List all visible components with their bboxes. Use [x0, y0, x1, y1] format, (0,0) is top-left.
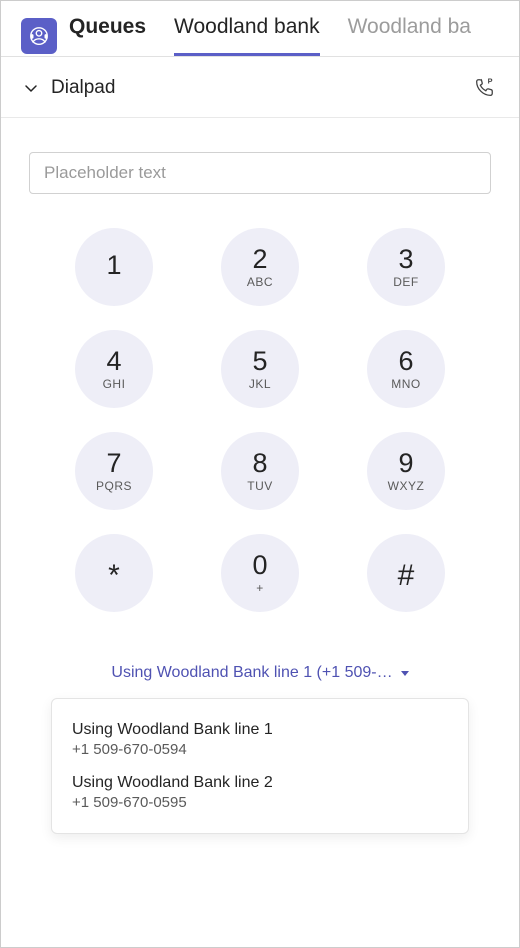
key-sub: WXYZ — [388, 480, 425, 492]
key-sub: GHI — [103, 378, 126, 390]
key-5[interactable]: 5 JKL — [221, 330, 299, 408]
svg-text:P: P — [488, 77, 493, 85]
dialpad-expand-toggle[interactable]: Dialpad — [23, 77, 115, 99]
key-sub: MNO — [391, 378, 421, 390]
line-selector-trigger[interactable]: Using Woodland Bank line 1 (+1 509-… — [111, 664, 408, 682]
key-digit: 9 — [398, 450, 413, 477]
key-sub: JKL — [249, 378, 271, 390]
key-6[interactable]: 6 MNO — [367, 330, 445, 408]
line-dropdown: Using Woodland Bank line 1 +1 509-670-05… — [51, 698, 469, 834]
key-sub: + — [256, 582, 264, 594]
key-sub: TUV — [247, 480, 273, 492]
chevron-down-icon — [23, 80, 39, 96]
phone-input[interactable] — [29, 152, 491, 194]
key-digit: 7 — [106, 450, 121, 477]
line-option-number: +1 509-670-0594 — [72, 741, 448, 758]
key-0[interactable]: 0+ — [221, 534, 299, 612]
key-sub: DEF — [393, 276, 419, 288]
key-digit: 4 — [106, 348, 121, 375]
line-selector: Using Woodland Bank line 1 (+1 509-… — [1, 664, 519, 682]
key-9[interactable]: 9 WXYZ — [367, 432, 445, 510]
caret-down-icon — [401, 671, 409, 676]
key-sub: PQRS — [96, 480, 132, 492]
line-current-label: Using Woodland Bank line 1 (+1 509-… — [111, 664, 392, 682]
line-option-title: Using Woodland Bank line 2 — [72, 774, 448, 792]
key-2[interactable]: 2 ABC — [221, 228, 299, 306]
key-7[interactable]: 7 PQRS — [75, 432, 153, 510]
tab-woodland-bank-overflow[interactable]: Woodland ba — [348, 15, 471, 56]
tab-queues[interactable]: Queues — [69, 15, 146, 56]
line-option-1[interactable]: Using Woodland Bank line 1 +1 509-670-05… — [52, 713, 468, 766]
app-icon — [21, 18, 57, 54]
phone-input-wrap — [1, 118, 519, 206]
key-digit: 8 — [252, 450, 267, 477]
section-title: Dialpad — [51, 77, 115, 99]
tabs: Queues Woodland bank Woodland ba — [69, 15, 471, 56]
key-digit: 5 — [252, 348, 267, 375]
key-digit: 2 — [252, 246, 267, 273]
key-digit: 1 — [106, 252, 121, 279]
key-star[interactable]: * — [75, 534, 153, 612]
keypad: 1 2 ABC 3 DEF 4 GHI 5 JKL 6 MNO 7 PQRS 8 TUV 9 W… — [1, 206, 519, 622]
key-digit: 3 — [398, 246, 413, 273]
key-8[interactable]: 8 TUV — [221, 432, 299, 510]
dialpad-section-header: Dialpad P — [1, 57, 519, 118]
tab-woodland-bank[interactable]: Woodland bank — [174, 15, 320, 56]
key-3[interactable]: 3 DEF — [367, 228, 445, 306]
key-1[interactable]: 1 — [75, 228, 153, 306]
line-option-title: Using Woodland Bank line 1 — [72, 721, 448, 739]
key-digit: 6 — [398, 348, 413, 375]
key-hash[interactable]: # — [367, 534, 445, 612]
header: Queues Woodland bank Woodland ba — [1, 1, 519, 57]
park-call-icon[interactable]: P — [473, 77, 495, 99]
key-sub: ABC — [247, 276, 273, 288]
line-option-number: +1 509-670-0595 — [72, 794, 448, 811]
key-digit: 0 — [252, 552, 267, 579]
key-digit: # — [398, 555, 415, 591]
key-digit: * — [108, 555, 120, 591]
line-option-2[interactable]: Using Woodland Bank line 2 +1 509-670-05… — [52, 766, 468, 819]
key-4[interactable]: 4 GHI — [75, 330, 153, 408]
